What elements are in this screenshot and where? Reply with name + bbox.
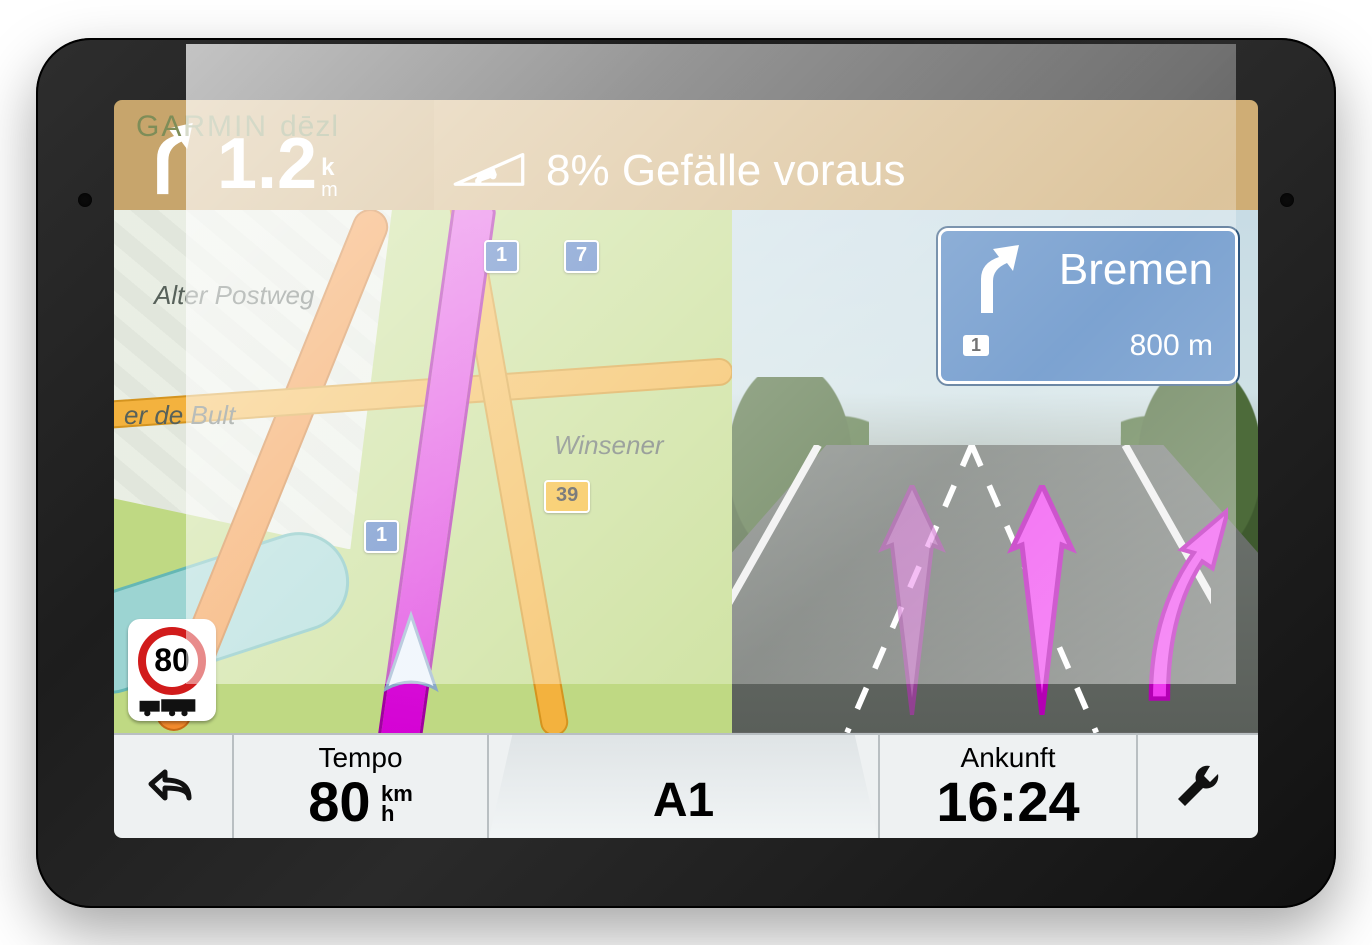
truck-icon [138,697,200,717]
junction-sign: Bremen 1 800 m [938,228,1238,384]
road-shield-1b: 1 [364,520,399,553]
speed-units: kmh [381,784,413,824]
junction-shield: 1 [963,335,989,356]
map-label-street1: Alter Postweg [154,280,314,311]
brand-model: dēzl [280,110,339,144]
steep-grade-icon [452,144,526,190]
current-road-name: A1 [653,773,714,828]
bottom-bar: Tempo 80 kmh A1 Ankunft 16:24 [114,733,1258,838]
road-alert-text: 8% Gefälle voraus [546,146,906,196]
lane-arrow-2 [982,485,1102,715]
speed-value: 80 [308,770,370,833]
wrench-icon [1170,758,1226,814]
brand-label: GARMIN dēzl [136,110,339,144]
lane-arrow-3 [1108,485,1228,715]
current-road-panel[interactable]: A1 [489,735,878,838]
device-frame: GARMIN dēzl 1.2 k m [36,38,1336,908]
junction-destination: Bremen [1059,245,1213,295]
vehicle-marker [366,609,456,699]
eta-panel[interactable]: Ankunft 16:24 [878,735,1138,838]
road-shield-7: 7 [564,240,599,273]
back-button[interactable] [114,735,234,838]
eta-value: 16:24 [936,774,1079,830]
main-area: Alter Postweg er de Bult Winsener 1 7 39… [114,210,1258,733]
maneuver-distance-unit: k m [321,156,338,200]
junction-view-pane[interactable]: Bremen 1 800 m [732,210,1258,733]
lane-arrow-1 [852,485,972,715]
sign-bear-right-icon [963,245,1023,315]
tools-button[interactable] [1138,735,1258,838]
map-label-town: Winsener [554,430,664,461]
road-shield-1: 1 [484,240,519,273]
screen: GARMIN dēzl 1.2 k m [114,100,1258,838]
speed-limit-value: 80 [154,642,190,679]
map-label-street2: er de Bult [124,400,235,431]
speed-limit-badge[interactable]: 80 [128,619,216,721]
road-alert-panel[interactable]: 8% Gefälle voraus [434,100,1258,210]
map-pane[interactable]: Alter Postweg er de Bult Winsener 1 7 39… [114,210,732,733]
speed-panel[interactable]: Tempo 80 kmh [234,735,489,838]
back-arrow-icon [145,758,201,814]
junction-distance: 800 m [1130,329,1213,363]
brand-name: GARMIN [136,110,268,144]
road-shield-39: 39 [544,480,590,513]
